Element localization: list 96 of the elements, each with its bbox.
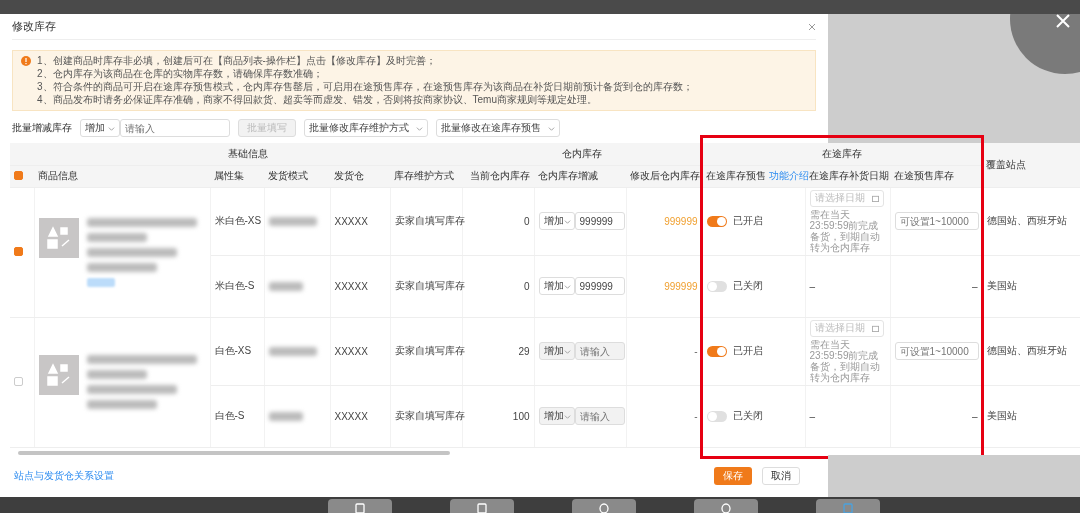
row-checkbox[interactable] <box>14 376 23 386</box>
stock-input[interactable]: 可设置1~10000 <box>894 212 979 230</box>
viewer-button[interactable] <box>328 499 392 513</box>
column-header: 库存维护方式 <box>390 165 463 187</box>
column-header: 发货仓 <box>330 165 390 187</box>
hint-text: 需在当天23:59:59前完成备货，到期自动转为仓内库存 <box>809 338 881 383</box>
chevron-down-icon <box>548 124 555 132</box>
table-cell: 米白色-XS <box>214 215 262 226</box>
table-cell: – <box>971 280 978 292</box>
table-cell: - <box>694 410 698 422</box>
table-cell: 米白色-S <box>214 280 255 291</box>
table-cell: 卖家自填写库存 <box>394 410 465 421</box>
table-cell: 999999 <box>664 215 698 227</box>
scrollbar[interactable] <box>18 450 450 455</box>
table-cell: – <box>809 410 816 422</box>
image-placeholder-icon <box>38 355 79 395</box>
row-checkbox[interactable] <box>14 246 23 256</box>
blurred-text <box>268 281 303 291</box>
column-header: 发货模式 <box>264 165 330 187</box>
viewer-button[interactable] <box>450 499 514 513</box>
table-cell: 100 <box>512 410 530 422</box>
chevron-down-icon <box>563 217 571 225</box>
group-header: 在途库存 <box>702 143 983 165</box>
table-cell: 德国站、西班牙站 <box>986 345 1067 356</box>
blurred-text <box>268 411 303 421</box>
table-cell: – <box>971 410 978 422</box>
notice-text: 1、创建商品时库存非必填，创建后可在【商品列表-操作栏】点击【修改库存】及时完善； <box>37 55 437 67</box>
switch-label: 已关闭 <box>732 279 763 293</box>
table-cell: 美国站 <box>986 410 1017 421</box>
select-all-checkbox[interactable] <box>14 170 23 180</box>
table-cell: – <box>809 280 816 292</box>
table-cell: 29 <box>518 345 530 357</box>
switch-label: 已开启 <box>732 214 763 228</box>
cancel-button[interactable]: 取消 <box>762 466 800 485</box>
column-header: 当前仓内库存 <box>462 165 535 187</box>
hint-text: 需在当天23:59:59前完成备货，到期自动转为仓内库存 <box>809 208 881 253</box>
column-header: 商品信息 <box>34 165 210 187</box>
viewer-button[interactable] <box>572 499 636 513</box>
column-header: 属性集 <box>210 165 264 187</box>
toggle-switch[interactable] <box>706 215 727 227</box>
toggle-switch[interactable] <box>706 280 727 292</box>
close-button[interactable] <box>808 22 816 31</box>
warning-icon <box>21 56 31 66</box>
notice-text: 3、符合条件的商品可开启在途库存预售模式，仓内库存售罄后，可启用在途预售库存，在途预售库存为该商品在补货日期前预计备货到仓的库存数； <box>37 81 693 93</box>
close-icon <box>1056 14 1070 28</box>
table-cell: 美国站 <box>986 280 1017 291</box>
table-cell: 999999 <box>664 280 698 292</box>
viewer-button[interactable] <box>694 499 758 513</box>
toggle-switch[interactable] <box>706 345 727 357</box>
mode-select[interactable]: 增加 <box>538 277 575 295</box>
column-header: 在途库存预售 <box>706 170 767 181</box>
table-cell: XXXXX <box>334 410 368 422</box>
quantity-input[interactable]: 请输入 <box>120 119 230 137</box>
maintain-select[interactable]: 批量修改库存维护方式 <box>304 119 428 137</box>
table-cell: XXXXX <box>334 345 368 357</box>
quantity-input[interactable]: 999999 <box>574 212 625 230</box>
dialog-title: 修改库存 <box>12 19 56 34</box>
table-cell: 0 <box>523 280 530 292</box>
table-cell: XXXXX <box>334 280 368 292</box>
calendar-icon <box>871 324 879 332</box>
table-cell: 卖家自填写库存 <box>394 345 465 356</box>
close-icon <box>808 22 816 31</box>
group-header: 仓内库存 <box>462 143 703 165</box>
chevron-down-icon <box>563 412 571 420</box>
table-cell: 卖家自填写库存 <box>394 280 465 291</box>
notice-text: 4、商品发布时请务必保证库存准确，商家不得回款货、超卖等而虚发、错发，否则将按商家协议、Temu商家规则等规定处理。 <box>37 94 598 106</box>
table-cell: - <box>694 345 698 357</box>
table-cell: XXXXX <box>334 215 368 227</box>
mode-select[interactable]: 增加 <box>80 119 120 137</box>
notice-text: 2、仓内库存为该商品在仓库的实物库存数，请确保库存数准确； <box>37 68 324 80</box>
table-cell: 德国站、西班牙站 <box>986 215 1067 226</box>
stock-input[interactable]: 可设置1~10000 <box>894 342 979 360</box>
calendar-icon <box>871 194 879 202</box>
toggle-switch[interactable] <box>706 410 727 422</box>
switch-label: 已开启 <box>732 344 763 358</box>
batch-label: 批量增减库存 <box>12 121 72 135</box>
presale-select[interactable]: 批量修改在途库存预售 <box>436 119 560 137</box>
mode-select[interactable]: 增加 <box>538 212 575 230</box>
group-header: 基础信息 <box>34 143 463 165</box>
column-header: 覆盖站点 <box>982 143 1080 187</box>
table-cell: 白色-S <box>214 410 245 421</box>
table-cell: 白色-XS <box>214 345 252 356</box>
chevron-down-icon <box>563 282 571 290</box>
blurred-text <box>268 216 317 226</box>
image-placeholder-icon <box>38 217 79 258</box>
chevron-down-icon <box>563 347 571 355</box>
quantity-input[interactable]: 999999 <box>574 277 625 295</box>
chevron-down-icon <box>416 124 423 132</box>
chevron-down-icon <box>108 124 115 132</box>
blurred-text <box>268 346 317 356</box>
switch-label: 已关闭 <box>732 409 763 423</box>
table-cell: 卖家自填写库存 <box>394 215 465 226</box>
settings-link[interactable]: 站点与发货仓关系设置 <box>14 468 114 483</box>
table-cell: 0 <box>523 215 530 227</box>
column-header: 仓内库存增减 <box>534 165 627 187</box>
column-header: 在途预售库存 <box>890 165 983 187</box>
